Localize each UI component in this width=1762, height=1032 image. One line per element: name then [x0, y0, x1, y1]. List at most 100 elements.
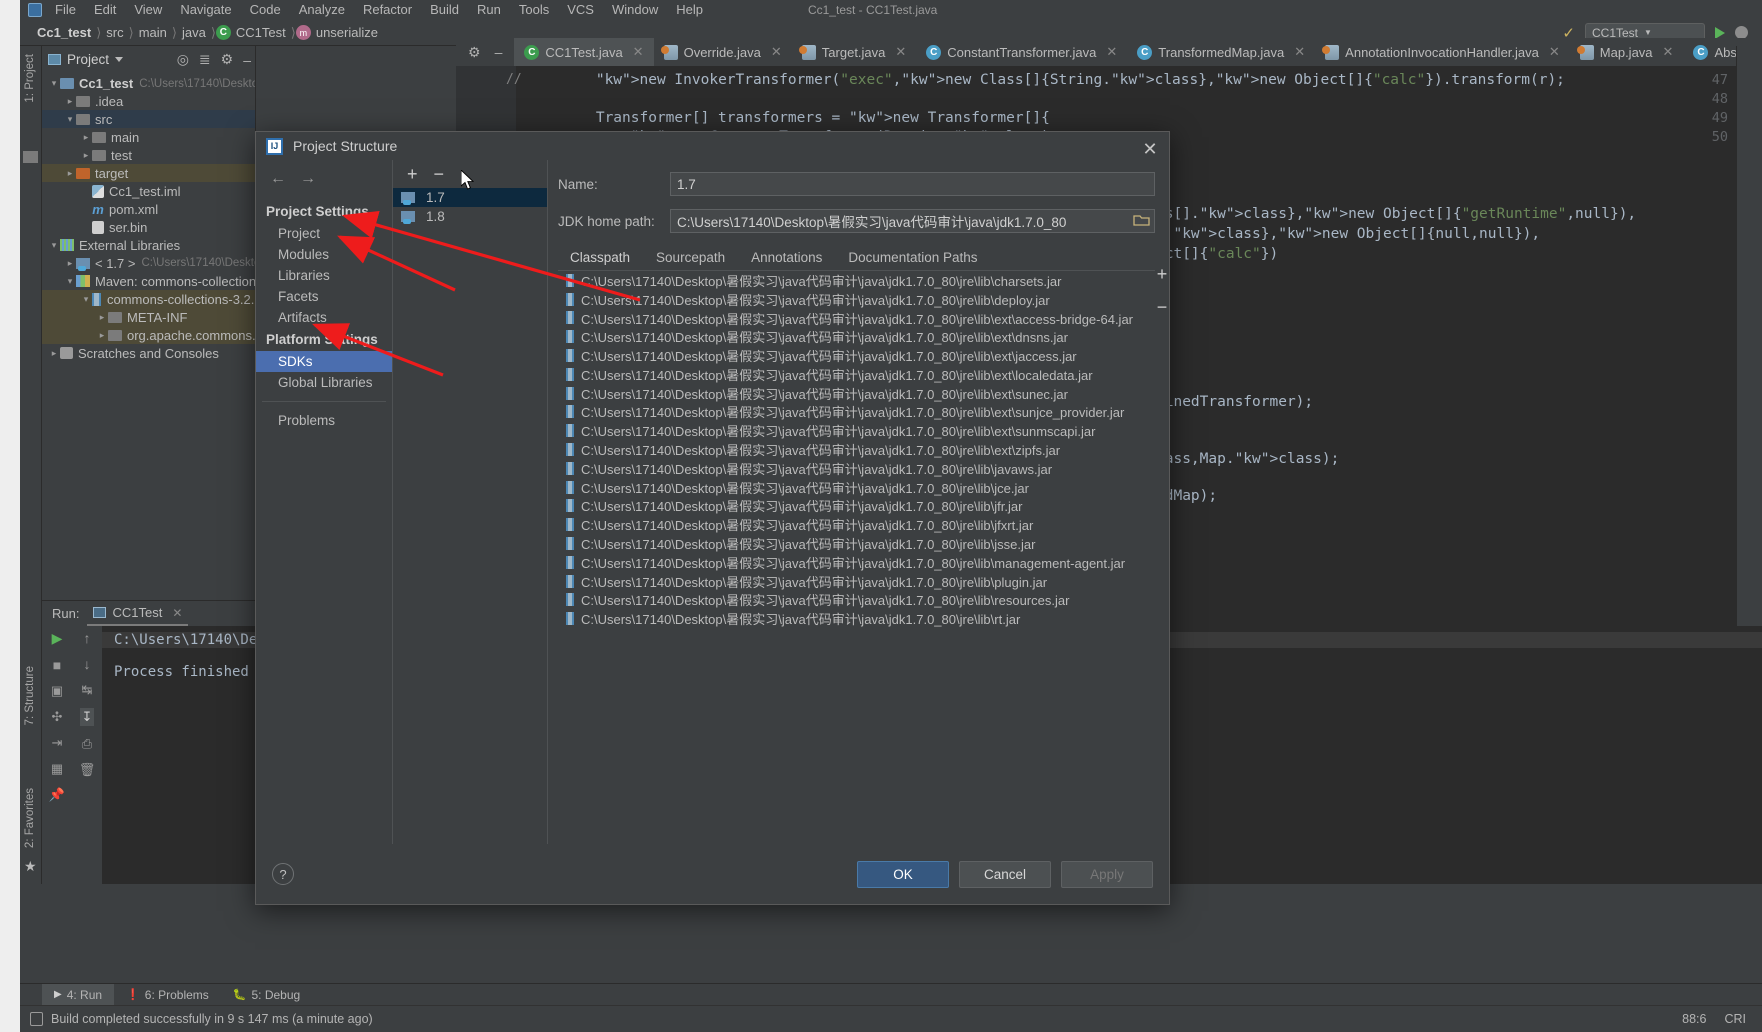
close-icon[interactable]: ✕ — [172, 606, 182, 620]
sdk-list[interactable]: 1.7 1.8 — [393, 188, 547, 226]
classpath-item[interactable]: C:\Users\17140\Desktop\暑假实习\java代码审计\jav… — [558, 497, 1155, 516]
project-tree-row[interactable]: ▸ Scratches and Consoles — [42, 344, 255, 362]
collapse-all-icon[interactable]: ≣ — [199, 51, 211, 68]
rerun-icon[interactable]: ▶ — [52, 630, 63, 647]
chevron-right-icon[interactable]: ▸ — [64, 168, 76, 179]
caret-position[interactable]: 88:6 — [1682, 1012, 1706, 1026]
down-arrow-icon[interactable]: ↓ — [84, 656, 91, 672]
classpath-item[interactable]: C:\Users\17140\Desktop\暑假实习\java代码审计\jav… — [558, 365, 1155, 384]
print-icon[interactable]: ⎙ — [82, 736, 92, 752]
bottom-stripe-problems[interactable]: ❗ 6: Problems — [114, 984, 221, 1006]
dialog-settings-item-libraries[interactable]: Libraries — [256, 265, 392, 286]
close-icon[interactable]: ✕ — [1294, 44, 1305, 60]
coverage-icon[interactable]: ✣ — [52, 709, 63, 725]
ok-button[interactable]: OK — [857, 860, 949, 888]
editor-tab[interactable]: Target.java ✕ — [792, 38, 917, 66]
classpath-item[interactable]: C:\Users\17140\Desktop\暑假实习\java代码审计\jav… — [558, 271, 1155, 290]
menu-view[interactable]: View — [125, 0, 171, 20]
classpath-item[interactable]: C:\Users\17140\Desktop\暑假实习\java代码审计\jav… — [558, 421, 1155, 440]
scroll-to-end-icon[interactable]: ↧ — [79, 708, 95, 726]
classpath-item[interactable]: C:\Users\17140\Desktop\暑假实习\java代码审计\jav… — [558, 403, 1155, 422]
breadcrumb-java[interactable]: java — [177, 25, 211, 40]
project-tree-row[interactable]: ▾ External Libraries — [42, 236, 255, 254]
menu-edit[interactable]: Edit — [85, 0, 125, 20]
chevron-right-icon[interactable]: ▸ — [80, 132, 92, 143]
add-sdk-button[interactable]: + — [407, 164, 418, 185]
dialog-settings-item-global-libraries[interactable]: Global Libraries — [256, 372, 392, 393]
project-tree-row[interactable]: ▾ commons-collections-3.2.1.ja — [42, 290, 275, 308]
dialog-settings-item-facets[interactable]: Facets — [256, 286, 392, 307]
project-tree-row[interactable]: ▾ src — [42, 110, 255, 128]
cancel-button[interactable]: Cancel — [959, 860, 1051, 888]
chevron-down-icon[interactable]: ▾ — [48, 78, 60, 89]
pin-icon[interactable]: 📌 — [49, 787, 65, 803]
dialog-settings-item-modules[interactable]: Modules — [256, 244, 392, 265]
close-icon[interactable]: ✕ — [895, 44, 906, 60]
menu-vcs[interactable]: VCS — [558, 0, 603, 20]
trash-icon[interactable]: 🗑 — [79, 762, 96, 778]
classpath-item[interactable]: C:\Users\17140\Desktop\暑假实习\java代码审计\jav… — [558, 478, 1155, 497]
bottom-stripe-debug[interactable]: 🐛 5: Debug — [221, 984, 312, 1006]
close-icon[interactable]: ✕ — [1139, 138, 1161, 160]
classpath-item[interactable]: C:\Users\17140\Desktop\暑假实习\java代码审计\jav… — [558, 384, 1155, 403]
hide-icon[interactable]: ‒ — [243, 52, 251, 68]
editor-tab[interactable]: Map.java ✕ — [1570, 38, 1684, 66]
breadcrumb-main[interactable]: main — [134, 25, 172, 40]
chevron-right-icon[interactable]: ▸ — [48, 348, 60, 359]
classpath-item[interactable]: C:\Users\17140\Desktop\暑假实习\java代码审计\jav… — [558, 309, 1155, 328]
run-button[interactable] — [1715, 26, 1725, 39]
classpath-item[interactable]: C:\Users\17140\Desktop\暑假实习\java代码审计\jav… — [558, 459, 1155, 478]
remove-sdk-button[interactable]: − — [434, 164, 445, 185]
project-tree-row[interactable]: Cc1_test.iml — [42, 182, 255, 200]
breadcrumb-src[interactable]: src — [101, 25, 128, 40]
dialog-settings-list[interactable]: Project Settings Project Modules Libraries F… — [256, 200, 392, 431]
chevron-down-icon[interactable]: ▾ — [64, 276, 76, 287]
classpath-item[interactable]: C:\Users\17140\Desktop\暑假实习\java代码审计\jav… — [558, 534, 1155, 553]
project-tree-row[interactable]: m pom.xml — [42, 200, 255, 218]
project-tree[interactable]: ▾ Cc1_test C:\Users\17140\Desktop\暑假实习\jav… — [42, 72, 280, 362]
sdk-detail-tabs[interactable]: Classpath Sourcepath Annotations Documentat… — [558, 246, 1155, 273]
chevron-right-icon[interactable]: ▸ — [64, 258, 76, 269]
menu-run[interactable]: Run — [468, 0, 510, 20]
chevron-down-icon[interactable]: ▾ — [48, 240, 60, 251]
menu-navigate[interactable]: Navigate — [171, 0, 240, 20]
classpath-item[interactable]: C:\Users\17140\Desktop\暑假实习\java代码审计\jav… — [558, 572, 1155, 591]
add-classpath-button[interactable]: + — [1157, 264, 1168, 285]
chevron-right-icon[interactable]: ▸ — [80, 150, 92, 161]
project-tree-row[interactable]: ▾ Cc1_test C:\Users\17140\Desktop\暑假实习\jav… — [42, 74, 255, 92]
jdk-home-input[interactable]: C:\Users\17140\Desktop\暑假实习\java代码审计\jav… — [670, 209, 1155, 233]
menu-code[interactable]: Code — [241, 0, 290, 20]
classpath-item[interactable]: C:\Users\17140\Desktop\暑假实习\java代码审计\jav… — [558, 609, 1155, 628]
chevron-right-icon[interactable]: ▸ — [64, 96, 76, 107]
project-tree-row[interactable]: ser.bin — [42, 218, 255, 236]
project-tree-row[interactable]: ▸ target — [42, 164, 255, 182]
layout-icon[interactable]: ▦ — [51, 761, 63, 777]
editor-tab[interactable]: C ConstantTransformer.java ✕ — [916, 38, 1127, 66]
locate-icon[interactable]: ◎ — [177, 51, 189, 68]
breadcrumb-class[interactable]: CC1Test — [231, 25, 291, 40]
gear-icon[interactable]: ⚙ — [468, 44, 481, 61]
remove-classpath-button[interactable]: − — [1157, 297, 1168, 318]
project-tree-row[interactable]: ▾ Maven: commons-collections:co — [42, 272, 280, 290]
project-structure-dialog[interactable]: IJ Project Structure ✕ ← → Project Setti… — [255, 131, 1170, 905]
classpath-item[interactable]: C:\Users\17140\Desktop\暑假实习\java代码审计\jav… — [558, 346, 1155, 365]
stripe-project-label[interactable]: 1: Project — [24, 54, 36, 103]
camera-icon[interactable]: ▣ — [51, 683, 63, 699]
hide-icon[interactable]: ‒ — [495, 44, 503, 60]
classpath-item[interactable]: C:\Users\17140\Desktop\暑假实习\java代码审计\jav… — [558, 553, 1155, 572]
project-tree-row[interactable]: ▸ < 1.7 > C:\Users\17140\Deskto — [42, 254, 255, 272]
chevron-right-icon[interactable]: ▸ — [96, 312, 108, 323]
help-button[interactable]: ? — [272, 863, 294, 885]
menu-help[interactable]: Help — [667, 0, 712, 20]
close-icon[interactable]: ✕ — [1549, 44, 1560, 60]
classpath-item[interactable]: C:\Users\17140\Desktop\暑假实习\java代码审计\jav… — [558, 290, 1155, 309]
gear-icon[interactable]: ⚙ — [221, 51, 234, 68]
editor-tabs[interactable]: C CC1Test.java ✕ Override.java ✕ Target.java ✕… — [514, 38, 1762, 66]
folder-browse-icon[interactable] — [1133, 213, 1150, 227]
import-icon[interactable]: ⇥ — [52, 735, 63, 751]
bottom-stripe-run[interactable]: ▶ 4: Run — [42, 983, 115, 1006]
soft-wrap-icon[interactable]: ↹ — [82, 682, 93, 698]
sdk-list-item[interactable]: 1.8 — [393, 207, 547, 226]
forward-arrow-icon[interactable]: → — [300, 170, 316, 188]
classpath-list[interactable]: C:\Users\17140\Desktop\暑假实习\java代码审计\jav… — [558, 270, 1155, 836]
